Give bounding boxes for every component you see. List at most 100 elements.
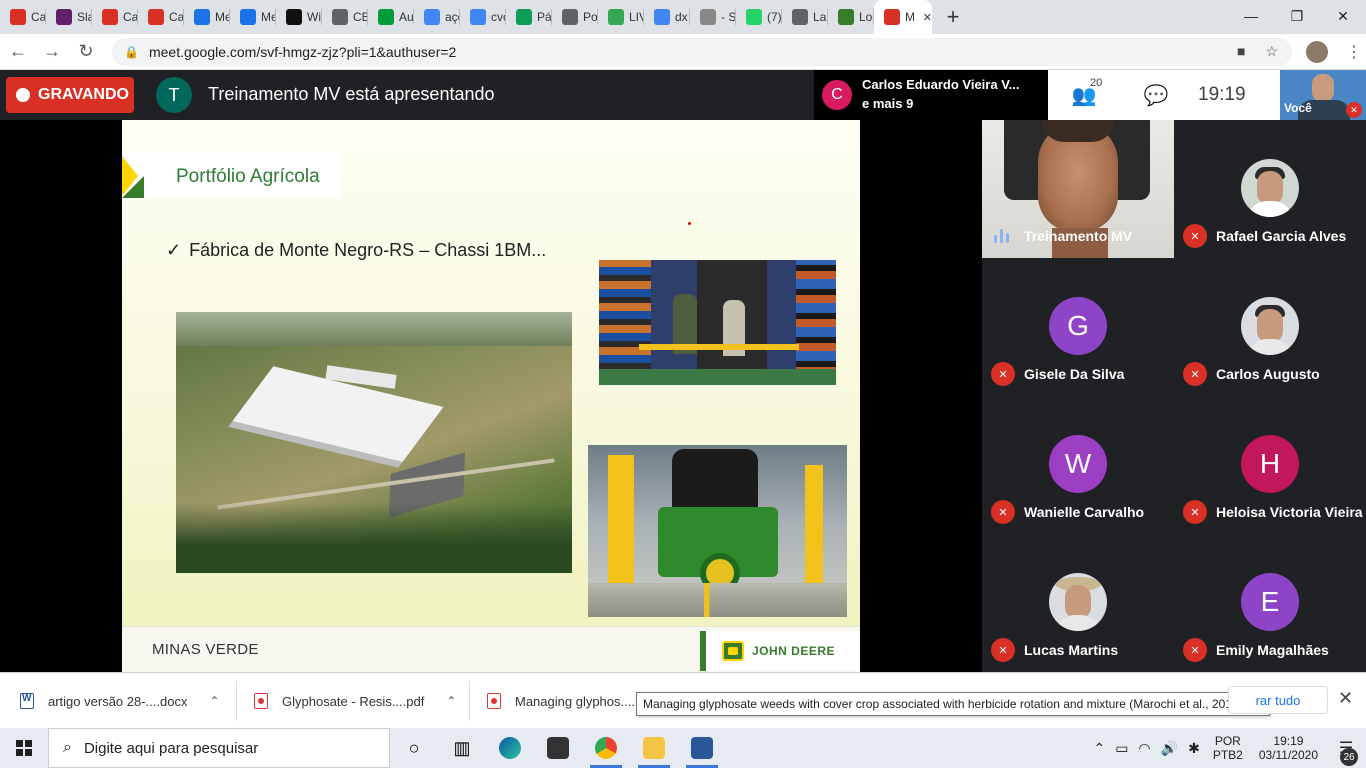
- address-bar: ← → ↻ 🔒 meet.google.com/svf-hmgz-zjz?pli…: [0, 34, 1366, 70]
- checkmark-icon: ✓: [166, 240, 182, 260]
- download-separator: [469, 681, 470, 721]
- taskbar-search-input[interactable]: ⌕ Digite aqui para pesquisar: [48, 728, 390, 768]
- participant-avatar: [1049, 573, 1107, 631]
- download-options-chevron-icon[interactable]: ⌃: [446, 694, 456, 708]
- tab-title: Cai: [123, 10, 138, 24]
- close-tab-icon[interactable]: ✕: [923, 11, 932, 24]
- slide: Portfólio Agrícola ✓ Fábrica de Monte Neg…: [122, 120, 860, 672]
- volume-icon[interactable]: 🔊: [1161, 740, 1178, 757]
- tray-chevron-icon[interactable]: ⌃: [1093, 740, 1105, 757]
- edge-icon[interactable]: [486, 728, 534, 768]
- store-icon[interactable]: [534, 728, 582, 768]
- download-item[interactable]: Glyphosate - Resis....pdf ⌃: [254, 673, 456, 729]
- browser-tab[interactable]: Me: [230, 0, 276, 34]
- tab-title: Au: [399, 10, 414, 24]
- new-tab-button[interactable]: +: [938, 4, 968, 30]
- browser-tab[interactable]: CB: [322, 0, 368, 34]
- download-filename: Glyphosate - Resis....pdf: [282, 693, 425, 709]
- taskbar-clock[interactable]: 19:19 03/11/2020: [1259, 734, 1318, 762]
- tab-title: Log: [859, 10, 874, 24]
- download-item[interactable]: Managing glyphos....: [487, 673, 635, 729]
- maximize-button[interactable]: ❐: [1274, 0, 1320, 32]
- task-view-icon[interactable]: ▥: [438, 728, 486, 768]
- lock-icon: 🔒: [124, 44, 139, 59]
- back-icon[interactable]: ←: [2, 36, 34, 68]
- browser-tab[interactable]: Log: [828, 0, 874, 34]
- language-indicator[interactable]: POR PTB2: [1213, 734, 1243, 762]
- gmail-icon: [102, 9, 118, 25]
- participant-tile[interactable]: H ✕ Heloisa Victoria Vieira: [1174, 396, 1366, 534]
- drive-icon: [194, 9, 210, 25]
- browser-tab[interactable]: - S: [690, 0, 736, 34]
- browser-tab[interactable]: Por: [552, 0, 598, 34]
- forward-icon[interactable]: →: [36, 36, 68, 68]
- participant-tile[interactable]: Treinamento MV: [982, 120, 1174, 258]
- network-alert-icon[interactable]: ✱: [1188, 740, 1200, 757]
- participant-tile[interactable]: ✕ Lucas Martins: [982, 534, 1174, 672]
- participant-name: Treinamento MV: [1024, 228, 1133, 244]
- browser-menu-icon[interactable]: ⋮: [1346, 42, 1362, 62]
- chrome-icon[interactable]: [582, 728, 630, 768]
- browser-tab[interactable]: Wi: [276, 0, 322, 34]
- factory-aerial-photo: [176, 312, 572, 573]
- self-video-tile[interactable]: Você ✕: [1280, 70, 1366, 120]
- camera-icon[interactable]: ■: [1237, 43, 1245, 60]
- participant-tile[interactable]: ✕ Carlos Augusto: [1174, 258, 1366, 396]
- browser-tab[interactable]: Pág: [506, 0, 552, 34]
- show-all-downloads-button[interactable]: rar tudo: [1228, 686, 1328, 714]
- file-explorer-icon[interactable]: [630, 728, 678, 768]
- john-deere-logo: JOHN DEERE: [700, 631, 860, 671]
- close-download-bar-icon[interactable]: ✕: [1338, 688, 1353, 709]
- minimize-button[interactable]: —: [1228, 0, 1274, 32]
- start-button[interactable]: [0, 728, 48, 768]
- participants-button[interactable]: 👥 20: [1048, 77, 1120, 108]
- browser-tab[interactable]: Lab: [782, 0, 828, 34]
- self-head: [1312, 74, 1334, 102]
- participant-tile[interactable]: G ✕ Gisele Da Silva: [982, 258, 1174, 396]
- browser-tab[interactable]: Cai: [138, 0, 184, 34]
- chat-button[interactable]: 💬: [1120, 83, 1192, 108]
- recording-badge[interactable]: GRAVANDO: [6, 77, 134, 113]
- speaker-more: e mais 9: [862, 96, 914, 111]
- slide-footer: MINAS VERDE JOHN DEERE: [122, 626, 860, 672]
- browser-tab[interactable]: cvc: [460, 0, 506, 34]
- browser-tab[interactable]: açõ: [414, 0, 460, 34]
- browser-tab[interactable]: M ✕: [874, 0, 932, 34]
- close-window-button[interactable]: ✕: [1320, 0, 1366, 32]
- browser-tab[interactable]: Cai: [0, 0, 46, 34]
- bookmark-star-icon[interactable]: ☆: [1265, 43, 1278, 60]
- participant-avatar: W: [1049, 435, 1107, 493]
- download-item[interactable]: artigo versão 28-....docx ⌃: [20, 673, 220, 729]
- participant-tile[interactable]: ✕ Rafael Garcia Alves: [1174, 120, 1366, 258]
- cortana-icon[interactable]: ○: [390, 728, 438, 768]
- participant-tile[interactable]: W ✕ Wanielle Carvalho: [982, 396, 1174, 534]
- browser-tab[interactable]: Me: [184, 0, 230, 34]
- participant-name: Wanielle Carvalho: [1024, 504, 1145, 520]
- word-file-icon: [20, 693, 34, 709]
- download-options-chevron-icon[interactable]: ⌃: [209, 694, 219, 708]
- reload-icon[interactable]: ↻: [70, 36, 102, 68]
- brand-text: JOHN DEERE: [752, 644, 836, 658]
- browser-tab[interactable]: LIV: [598, 0, 644, 34]
- assembly-line-photo: [599, 260, 836, 385]
- taskbar: ⌕ Digite aqui para pesquisar ○ ▥ ⌃ ▭ ◠ 🔊…: [0, 728, 1366, 768]
- tab-title: açõ: [445, 10, 460, 24]
- system-tray: ⌃ ▭ ◠ 🔊 ✱ POR PTB2 19:19 03/11/2020 ☰ 26: [1088, 728, 1366, 768]
- profile-avatar[interactable]: [1306, 40, 1328, 63]
- url-input[interactable]: 🔒 meet.google.com/svf-hmgz-zjz?pli=1&aut…: [112, 37, 1292, 66]
- browser-tab[interactable]: Cai: [92, 0, 138, 34]
- tab-title: Cai: [31, 10, 46, 24]
- deer-icon: [722, 641, 744, 661]
- browser-tab[interactable]: (7): [736, 0, 782, 34]
- tab-title: Sla: [77, 10, 92, 24]
- browser-tab[interactable]: dx: [644, 0, 690, 34]
- battery-icon[interactable]: ▭: [1115, 740, 1128, 757]
- wifi-icon[interactable]: ◠: [1138, 740, 1150, 757]
- presentation-stage: Portfólio Agrícola ✓ Fábrica de Monte Neg…: [0, 120, 982, 672]
- browser-tab[interactable]: Sla: [46, 0, 92, 34]
- notification-button[interactable]: ☰ 26: [1326, 738, 1366, 766]
- participant-avatar: E: [1241, 573, 1299, 631]
- word-icon[interactable]: [678, 728, 726, 768]
- browser-tab[interactable]: Au: [368, 0, 414, 34]
- participant-tile[interactable]: E ✕ Emily Magalhães: [1174, 534, 1366, 672]
